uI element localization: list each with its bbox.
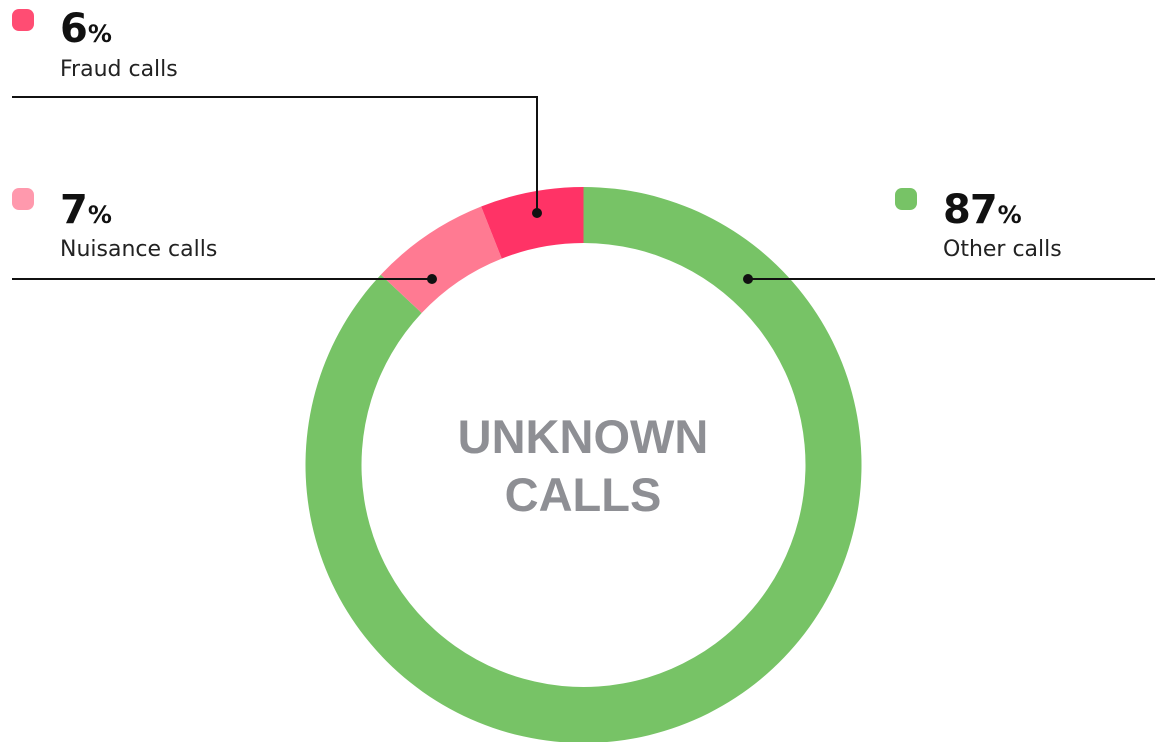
fraud-unit: % — [87, 20, 112, 48]
nuisance-value: 7 — [60, 187, 88, 233]
fraud-value: 6 — [60, 6, 88, 52]
fraud-percentage: 6% — [60, 9, 112, 49]
fraud-swatch-icon — [12, 9, 34, 31]
nuisance-unit: % — [87, 201, 112, 229]
nuisance-percentage: 7% — [60, 190, 112, 230]
fraud-label: Fraud calls — [60, 57, 178, 82]
other-leader-dot — [743, 274, 753, 284]
other-unit: % — [997, 201, 1022, 229]
other-value: 87 — [943, 187, 998, 233]
center-title-line-2: CALLS — [504, 468, 662, 521]
center-title-line-1: UNKNOWN — [457, 410, 709, 463]
nuisance-leader-dot — [427, 274, 437, 284]
donut-chart — [12, 96, 1155, 742]
nuisance-label: Nuisance calls — [60, 237, 218, 262]
fraud-leader-dot — [532, 208, 542, 218]
other-label: Other calls — [943, 237, 1062, 262]
nuisance-swatch-icon — [12, 188, 34, 210]
center-title: UNKNOWN CALLS — [383, 408, 783, 524]
other-swatch-icon — [895, 188, 917, 210]
other-percentage: 87% — [943, 190, 1022, 230]
